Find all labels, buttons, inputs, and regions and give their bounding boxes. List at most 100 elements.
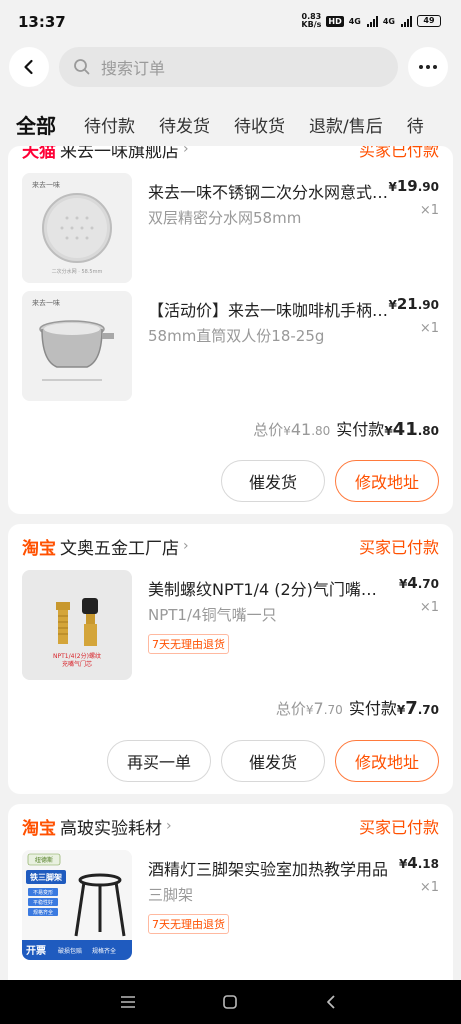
dot-icon	[426, 65, 430, 69]
svg-text:规格齐全: 规格齐全	[92, 947, 116, 955]
network-type-1: 4G	[348, 16, 361, 26]
status-icons: 0.83 KB/s HD 4G 4G 49	[301, 13, 441, 29]
item-quantity: ×1	[419, 880, 439, 895]
tab-pending-shipment[interactable]: 待发货	[159, 112, 210, 137]
hd-badge: HD	[326, 15, 344, 27]
tmall-logo: 天猫	[22, 146, 56, 162]
item-spec: 58mm直筒双人份18-25g	[148, 327, 325, 345]
back-icon	[327, 995, 335, 1009]
search-icon	[74, 59, 90, 75]
return-policy-badge: 7天无理由退货	[148, 914, 229, 934]
order-status: 买家已付款	[358, 538, 439, 557]
modify-address-button[interactable]: 修改地址	[335, 460, 439, 502]
shop-row[interactable]: 天猫 来去一味旗舰店 › 买家已付款	[22, 146, 439, 162]
signal-icon	[366, 15, 378, 27]
menu-button[interactable]	[116, 990, 140, 1014]
item-spec: 双层精密分水网58mm	[148, 209, 302, 227]
shop-row[interactable]: 淘宝 高玻实验耗材 › 买家已付款	[22, 814, 439, 839]
home-button[interactable]	[218, 990, 242, 1014]
buy-again-button[interactable]: 再买一单	[107, 740, 211, 782]
brand-mark: 纽德斯	[35, 856, 53, 864]
status-bar: 13:37 0.83 KB/s HD 4G 4G 49	[0, 0, 461, 44]
order-status: 买家已付款	[358, 146, 439, 160]
network-type-2: 4G	[382, 16, 395, 26]
order-item[interactable]: NPT1/4(2分)螺纹 充嘴气门芯 美制螺纹NPT1/4 (2分)气门嘴打气 …	[22, 570, 439, 682]
dot-icon	[419, 65, 423, 69]
search-placeholder: 搜索订单	[101, 59, 166, 78]
product-thumbnail[interactable]: NPT1/4(2分)螺纹 充嘴气门芯	[22, 570, 132, 680]
svg-text:不易变形: 不易变形	[33, 889, 53, 896]
chevron-right-icon: ›	[166, 818, 172, 834]
npt-label: NPT1/4(2分)螺纹	[53, 652, 101, 660]
item-title: 酒精灯三脚架实验室加热教学用品	[148, 860, 389, 879]
item-title: 【活动价】来去一味咖啡机手柄粉碗	[148, 301, 390, 320]
header: 搜索订单	[0, 44, 461, 90]
shop-name: 高玻实验耗材	[60, 818, 162, 839]
dot-icon	[433, 65, 437, 69]
svg-text:开票: 开票	[26, 945, 46, 957]
paid-value: ¥41.80	[384, 419, 439, 440]
npt-label: 充嘴气门芯	[62, 660, 92, 668]
order-status: 买家已付款	[358, 818, 439, 837]
taobao-logo: 淘宝	[22, 538, 56, 559]
order-tabs: 全部 待付款 待发货 待收货 退款/售后 待	[0, 102, 461, 146]
back-button[interactable]	[9, 47, 49, 87]
modify-address-button[interactable]: 修改地址	[335, 740, 439, 782]
tab-more[interactable]: 待	[407, 112, 424, 137]
order-card: 天猫 来去一味旗舰店 › 买家已付款 来去一味 二次分水网 · 58.5mm 来…	[8, 146, 453, 514]
system-nav-bar	[0, 980, 461, 1024]
order-item[interactable]: 纽德斯 铁三脚架 不易变形 平稳性好 规格齐全 开票 破损包赔 规格齐全 酒精灯…	[22, 850, 439, 962]
item-spec: NPT1/4铜气嘴一只	[148, 606, 277, 624]
menu-icon	[121, 996, 135, 1008]
signal-icon	[401, 15, 412, 27]
more-options-button[interactable]	[408, 47, 448, 87]
item-quantity: ×1	[419, 600, 439, 615]
item-title: 美制螺纹NPT1/4 (2分)气门嘴打气	[148, 580, 390, 599]
item-title: 来去一味不锈钢二次分水网意式咖啡机	[148, 183, 390, 202]
chevron-left-icon	[24, 59, 33, 75]
shop-name: 文奥五金工厂店	[60, 538, 179, 559]
stand-badge: 铁三脚架	[30, 872, 62, 882]
paid-label: 实付款	[336, 420, 385, 439]
order-card: 淘宝 文奥五金工厂店 › 买家已付款 NPT1/4(2分)螺纹 充嘴气门芯 美制…	[8, 524, 453, 794]
paid-label: 实付款	[348, 699, 397, 718]
total-label: 总价	[275, 700, 306, 718]
battery-icon: 49	[417, 15, 441, 27]
home-icon	[223, 995, 237, 1009]
product-thumbnail[interactable]: 纽德斯 铁三脚架 不易变形 平稳性好 规格齐全 开票 破损包赔 规格齐全	[22, 850, 132, 960]
tab-pending-receipt[interactable]: 待收货	[234, 112, 285, 137]
item-price: ¥4.70	[398, 574, 439, 592]
brand-mark: 来去一味	[32, 298, 60, 307]
chevron-right-icon: ›	[183, 146, 189, 157]
sieve-caption: 二次分水网 · 58.5mm	[52, 268, 103, 275]
item-price: ¥4.18	[398, 854, 439, 872]
order-item[interactable]: 来去一味 二次分水网 · 58.5mm 来去一味不锈钢二次分水网意式咖啡机 双层…	[22, 173, 439, 285]
product-thumbnail[interactable]: 来去一味	[22, 291, 132, 401]
item-price: ¥21.90	[388, 295, 440, 313]
shop-name: 来去一味旗舰店	[60, 146, 179, 162]
tab-pending-payment[interactable]: 待付款	[84, 112, 135, 137]
total-value: ¥41.80	[283, 420, 331, 439]
order-item[interactable]: 来去一味 【活动价】来去一味咖啡机手柄粉碗 58mm直筒双人份18-25g ¥2…	[22, 291, 439, 403]
shop-row[interactable]: 淘宝 文奥五金工厂店 › 买家已付款	[22, 534, 439, 559]
svg-text:破损包赔: 破损包赔	[58, 947, 82, 955]
total-label: 总价	[253, 421, 284, 439]
svg-text:平稳性好: 平稳性好	[33, 899, 53, 906]
chevron-right-icon: ›	[183, 538, 189, 554]
return-policy-badge: 7天无理由退货	[148, 634, 229, 654]
urge-shipment-button[interactable]: 催发货	[221, 460, 325, 502]
item-spec: 三脚架	[148, 886, 194, 904]
svg-text:规格齐全: 规格齐全	[33, 909, 53, 916]
order-card: 淘宝 高玻实验耗材 › 买家已付款 纽德斯 铁三脚架 不易变形 平稳性好 规格齐…	[8, 804, 453, 980]
product-thumbnail[interactable]: 来去一味 二次分水网 · 58.5mm	[22, 173, 132, 283]
brand-mark: 来去一味	[32, 180, 60, 189]
back-nav-button[interactable]	[319, 990, 343, 1014]
tab-all[interactable]: 全部	[16, 110, 56, 139]
item-price: ¥19.90	[388, 177, 440, 195]
item-quantity: ×1	[419, 321, 439, 336]
tab-refund-aftersales[interactable]: 退款/售后	[309, 112, 383, 137]
urge-shipment-button[interactable]: 催发货	[221, 740, 325, 782]
order-total-row: 总价 ¥7.70 实付款 ¥7.70	[276, 695, 439, 719]
paid-value: ¥7.70	[396, 698, 439, 719]
search-input[interactable]: 搜索订单	[59, 47, 398, 87]
